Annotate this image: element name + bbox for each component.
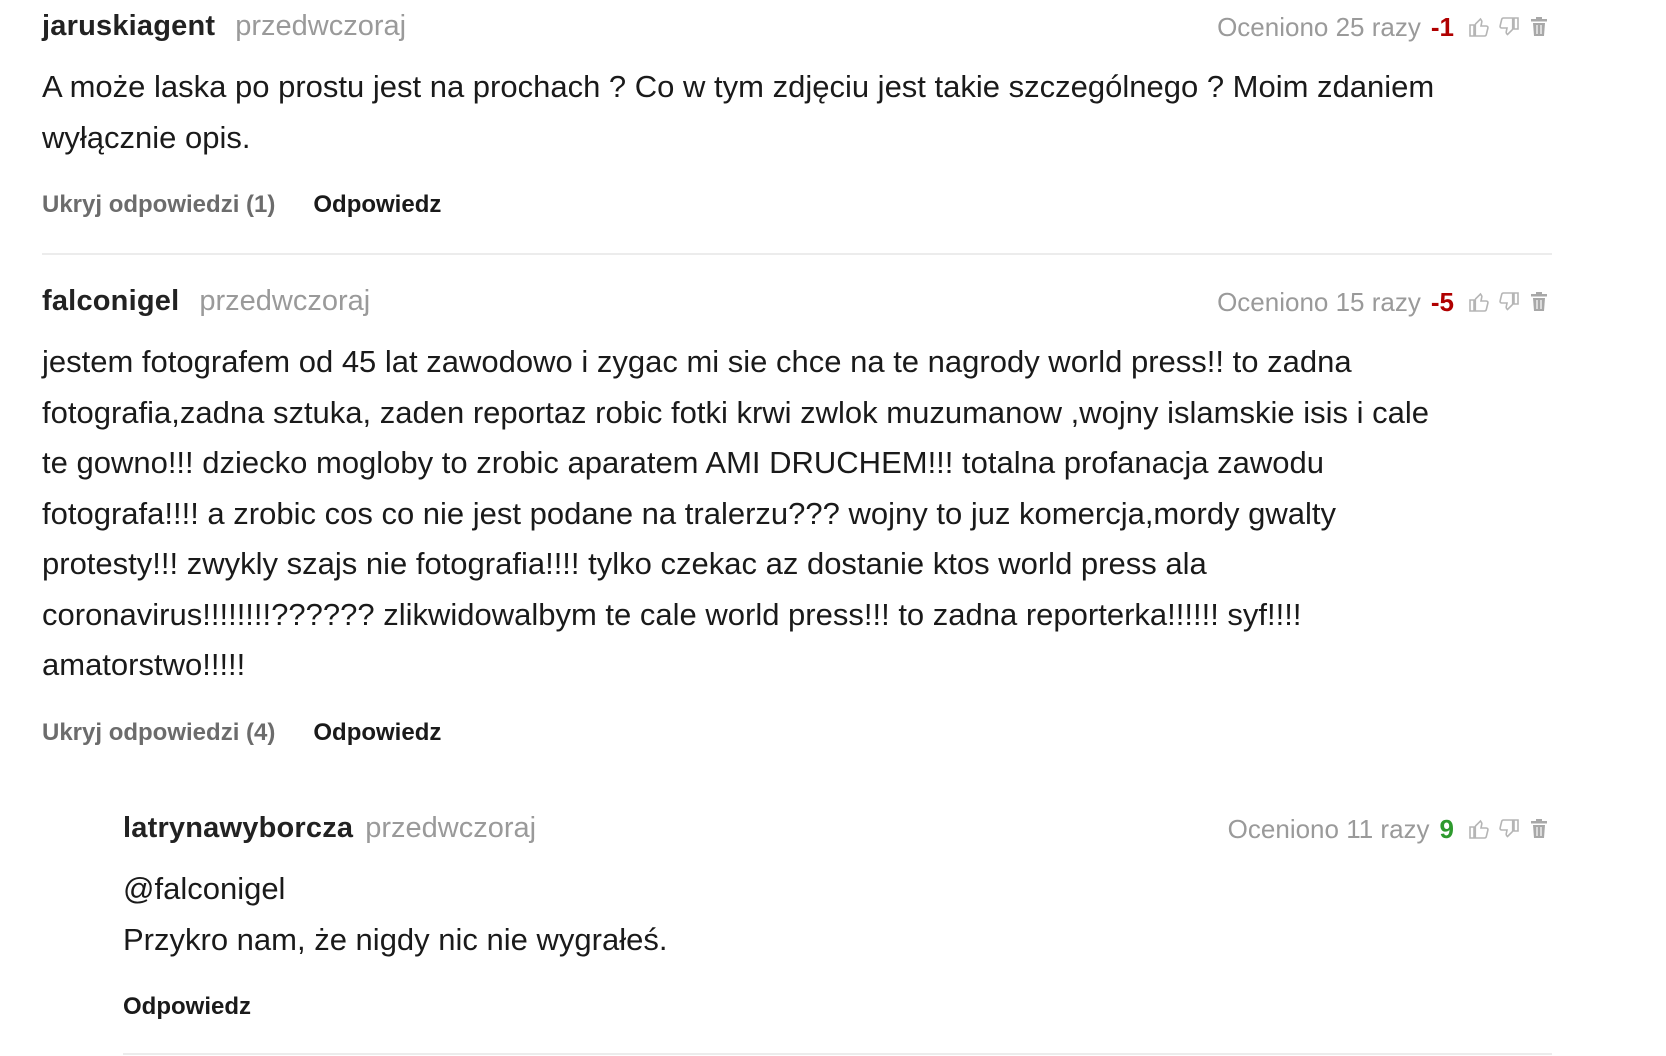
thumbs-up-icon[interactable] [1466, 816, 1492, 842]
reply-link[interactable]: Odpowiedz [313, 719, 441, 747]
comment: falconigel przedwczoraj Oceniono 15 razy … [42, 285, 1552, 747]
rating-box: Oceniono 25 razy -1 [1217, 10, 1552, 44]
comment-header: latrynawyborcza przedwczoraj Oceniono 11 … [123, 812, 1552, 852]
comment-body: @falconigel Przykro nam, że nigdy nic ni… [123, 871, 668, 957]
comment-date: przedwczoraj [199, 285, 371, 317]
comment-author[interactable]: falconigel [42, 285, 179, 317]
comment-body: A może laska po prostu jest na prochach … [42, 69, 1435, 155]
rating-count: Oceniono 15 razy [1217, 286, 1421, 317]
rating-score: -1 [1430, 11, 1454, 42]
rating-score: -5 [1430, 286, 1454, 317]
comment-actions: Odpowiedz [123, 993, 1552, 1021]
divider [42, 253, 1552, 255]
hide-replies-link[interactable]: Ukryj odpowiedzi (1) [42, 191, 275, 219]
divider [123, 1053, 1552, 1055]
hide-replies-link[interactable]: Ukryj odpowiedzi (4) [42, 719, 275, 747]
reply-link[interactable]: Odpowiedz [313, 191, 441, 219]
rating-count: Oceniono 25 razy [1217, 11, 1421, 42]
rating-score: 9 [1439, 813, 1454, 844]
thumbs-down-icon[interactable] [1496, 289, 1522, 315]
comment-author[interactable]: jaruskiagent [42, 10, 215, 42]
reply-link[interactable]: Odpowiedz [123, 993, 251, 1021]
comment-actions: Ukryj odpowiedzi (1) Odpowiedz [42, 191, 1552, 219]
trash-icon[interactable] [1526, 816, 1552, 842]
comment-date: przedwczoraj [235, 10, 407, 42]
reply-comment: latrynawyborcza przedwczoraj Oceniono 11 … [123, 812, 1552, 1021]
thumbs-up-icon[interactable] [1466, 289, 1492, 315]
thumbs-down-icon[interactable] [1496, 14, 1522, 40]
comment-body: jestem fotografem od 45 lat zawodowo i z… [42, 344, 1429, 682]
comment-date: przedwczoraj [365, 812, 537, 844]
comment-actions: Ukryj odpowiedzi (4) Odpowiedz [42, 719, 1552, 747]
rating-box: Oceniono 15 razy -5 [1217, 285, 1552, 319]
thumbs-up-icon[interactable] [1466, 14, 1492, 40]
comment-author[interactable]: latrynawyborcza [123, 812, 353, 844]
trash-icon[interactable] [1526, 14, 1552, 40]
comment-header: falconigel przedwczoraj Oceniono 15 razy … [42, 285, 1552, 325]
rating-box: Oceniono 11 razy 9 [1228, 812, 1552, 846]
rating-count: Oceniono 11 razy [1227, 813, 1430, 844]
comment-header: jaruskiagent przedwczoraj Oceniono 25 raz… [42, 10, 1552, 50]
comment: jaruskiagent przedwczoraj Oceniono 25 raz… [42, 10, 1552, 219]
thumbs-down-icon[interactable] [1496, 816, 1522, 842]
trash-icon[interactable] [1526, 289, 1552, 315]
